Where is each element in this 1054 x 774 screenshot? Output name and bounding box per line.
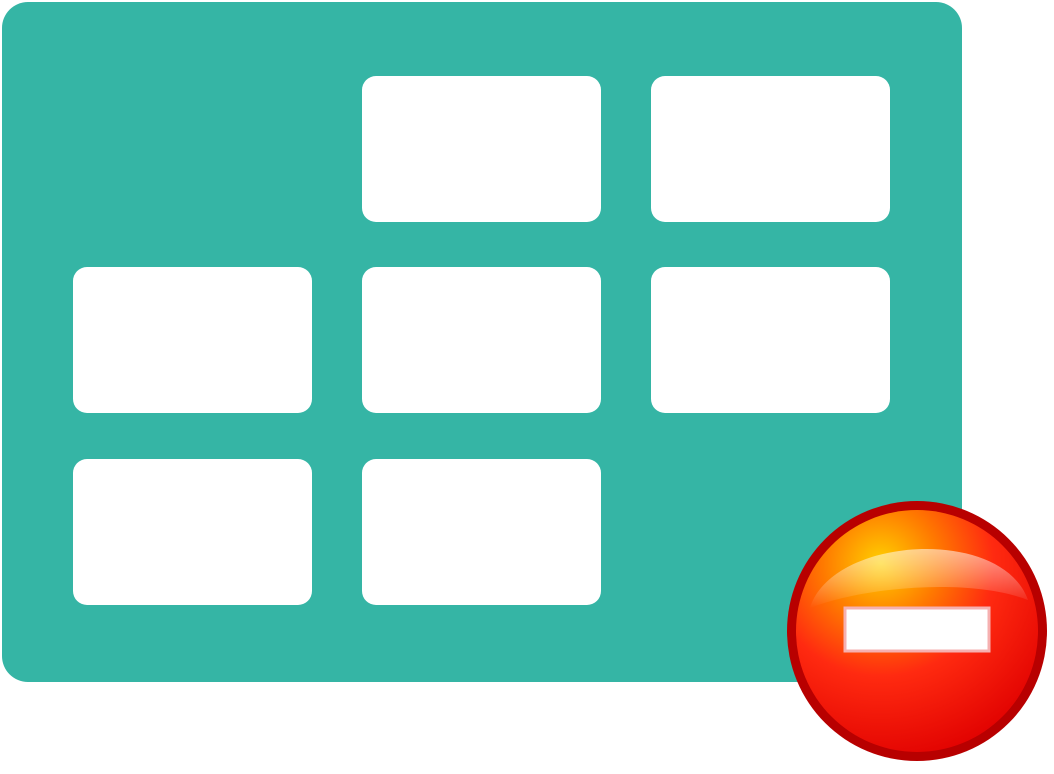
grid-cell <box>362 459 601 605</box>
grid-cell <box>651 76 890 222</box>
grid-cell <box>362 267 601 413</box>
grid-cell <box>362 76 601 222</box>
remove-table-icon <box>0 0 1054 774</box>
minus-circle-icon <box>782 496 1052 766</box>
grid-cell <box>73 459 312 605</box>
grid-cell <box>651 267 890 413</box>
grid-cell <box>73 267 312 413</box>
